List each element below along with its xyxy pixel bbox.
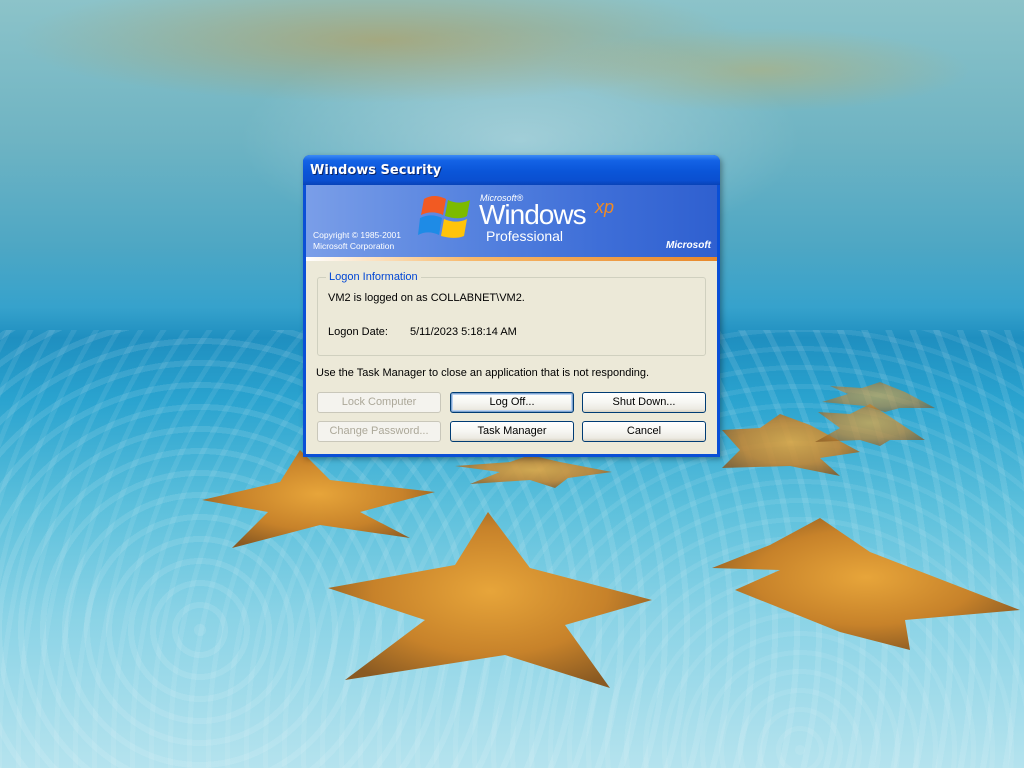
desktop-wallpaper: Windows Security Copyright © 1985-2001 M…	[0, 0, 1024, 768]
banner-accent-bar	[306, 257, 717, 261]
task-manager-button[interactable]: Task Manager	[450, 421, 574, 442]
starfish-large	[328, 512, 652, 688]
copyright-line-2: Microsoft Corporation	[313, 241, 395, 251]
logon-date-value: 5/11/2023 5:18:14 AM	[410, 326, 517, 338]
group-legend: Logon Information	[326, 271, 421, 283]
logon-date-label: Logon Date:	[328, 326, 388, 338]
logon-information-group: Logon Information VM2 is logged on as CO…	[317, 271, 706, 356]
starfish-far-right-1	[815, 404, 925, 446]
shut-down-button[interactable]: Shut Down...	[582, 392, 706, 413]
windows-security-dialog: Windows Security Copyright © 1985-2001 M…	[303, 155, 720, 457]
change-password-button[interactable]: Change Password...	[317, 421, 441, 442]
starfish-back-middle	[455, 455, 612, 488]
cancel-button[interactable]: Cancel	[582, 421, 706, 442]
windows-flag-logo-icon	[418, 195, 470, 238]
brand-edition: Professional	[486, 228, 564, 244]
logged-on-text: VM2 is logged on as COLLABNET\VM2.	[328, 292, 525, 304]
task-manager-hint: Use the Task Manager to close an applica…	[316, 367, 650, 379]
lock-computer-button[interactable]: Lock Computer	[317, 392, 441, 413]
starfish-right	[712, 518, 1020, 650]
copyright-line-1: Copyright © 1985-2001	[313, 230, 402, 240]
brand-microsoft-logo: Microsoft	[666, 240, 711, 251]
copyright-text: Copyright © 1985-2001 Microsoft Corporat…	[313, 230, 401, 252]
starfish-far-right-2	[822, 382, 935, 412]
brand-xp: xp	[595, 197, 615, 217]
dialog-client-area: Copyright © 1985-2001 Microsoft Corporat…	[306, 185, 717, 454]
windows-xp-banner: Copyright © 1985-2001 Microsoft Corporat…	[306, 185, 717, 257]
brand-windows: Windows	[479, 199, 587, 230]
window-title: Windows Security	[310, 163, 442, 178]
title-bar[interactable]: Windows Security	[303, 155, 720, 185]
starfish-left	[202, 450, 435, 548]
log-off-button[interactable]: Log Off...	[450, 392, 574, 413]
